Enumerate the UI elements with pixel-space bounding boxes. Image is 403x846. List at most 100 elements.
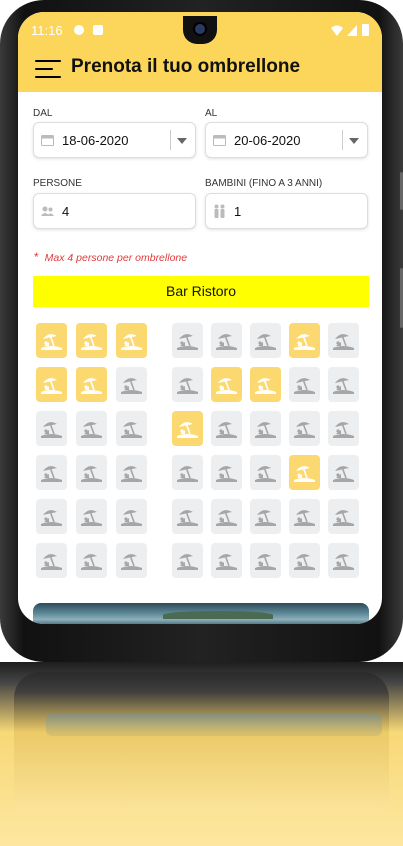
umbrella-spot[interactable] xyxy=(36,411,67,446)
umbrella-spot[interactable] xyxy=(76,411,107,446)
app-screen: 11:16 Prenota il tuo ombrellone DAL 18-0… xyxy=(18,12,382,624)
beach-umbrella-icon xyxy=(333,510,354,526)
menu-icon[interactable] xyxy=(35,59,61,79)
umbrella-spot[interactable] xyxy=(289,455,320,490)
umbrella-spot[interactable] xyxy=(328,455,359,490)
umbrella-spot[interactable] xyxy=(250,367,281,402)
umbrella-spot[interactable] xyxy=(172,543,203,578)
phone-reflection xyxy=(0,662,403,846)
calendar-icon xyxy=(213,135,226,146)
umbrella-spot[interactable] xyxy=(36,455,67,490)
status-time: 11:16 xyxy=(31,23,63,38)
beach-umbrella-icon xyxy=(216,554,237,570)
umbrella-spot[interactable] xyxy=(116,411,147,446)
from-date-field[interactable]: 18-06-2020 xyxy=(33,122,196,158)
beach-umbrella-icon xyxy=(294,466,315,482)
beach-umbrella-icon xyxy=(81,554,102,570)
umbrella-spot[interactable] xyxy=(211,323,242,358)
umbrella-spot[interactable] xyxy=(172,411,203,446)
umbrella-spot[interactable] xyxy=(211,543,242,578)
beach-umbrella-icon xyxy=(41,422,62,438)
beach-umbrella-icon xyxy=(255,510,276,526)
beach-umbrella-icon xyxy=(216,466,237,482)
umbrella-spot[interactable] xyxy=(250,499,281,534)
beach-umbrella-icon xyxy=(177,422,198,438)
umbrella-spot[interactable] xyxy=(116,543,147,578)
umbrella-spot[interactable] xyxy=(211,499,242,534)
umbrella-spot[interactable] xyxy=(36,367,67,402)
umbrella-spot[interactable] xyxy=(76,367,107,402)
umbrella-spot[interactable] xyxy=(328,543,359,578)
chevron-down-icon[interactable] xyxy=(177,138,187,144)
beach-umbrella-icon xyxy=(294,378,315,394)
children-field[interactable]: 1 xyxy=(205,193,368,229)
umbrella-spot[interactable] xyxy=(289,499,320,534)
persons-field[interactable]: 4 xyxy=(33,193,196,229)
beach-umbrella-icon xyxy=(216,422,237,438)
persons-value: 4 xyxy=(62,204,70,219)
umbrella-spot[interactable] xyxy=(172,323,203,358)
beach-umbrella-icon xyxy=(255,422,276,438)
umbrella-spot[interactable] xyxy=(289,543,320,578)
umbrella-spot[interactable] xyxy=(116,499,147,534)
wifi-icon xyxy=(331,25,343,36)
umbrella-spot[interactable] xyxy=(36,323,67,358)
beach-umbrella-icon xyxy=(333,334,354,350)
child-icon xyxy=(214,204,225,218)
umbrella-spot[interactable] xyxy=(328,499,359,534)
beach-umbrella-icon xyxy=(177,510,198,526)
umbrella-spot[interactable] xyxy=(76,543,107,578)
bar-ristoro-section: Bar Ristoro xyxy=(33,276,369,307)
umbrella-spot[interactable] xyxy=(250,411,281,446)
umbrella-spot[interactable] xyxy=(76,323,107,358)
umbrella-spot[interactable] xyxy=(172,455,203,490)
from-date-value: 18-06-2020 xyxy=(62,133,129,148)
beach-umbrella-icon xyxy=(216,510,237,526)
umbrella-spot[interactable] xyxy=(172,499,203,534)
umbrella-spot[interactable] xyxy=(116,367,147,402)
umbrella-spot[interactable] xyxy=(250,543,281,578)
umbrella-spot[interactable] xyxy=(211,455,242,490)
battery-icon xyxy=(362,24,369,36)
children-label: BAMBINI (FINO A 3 ANNI) xyxy=(205,178,323,189)
umbrella-spot[interactable] xyxy=(289,411,320,446)
umbrella-spot[interactable] xyxy=(36,499,67,534)
app-bar: Prenota il tuo ombrellone xyxy=(18,50,382,92)
beach-umbrella-icon xyxy=(121,554,142,570)
group-icon xyxy=(41,206,54,216)
umbrella-spot[interactable] xyxy=(289,323,320,358)
umbrella-spot[interactable] xyxy=(211,367,242,402)
beach-umbrella-icon xyxy=(294,510,315,526)
settings-icon xyxy=(74,25,84,35)
beach-umbrella-icon xyxy=(255,334,276,350)
children-value: 1 xyxy=(234,204,242,219)
beach-umbrella-icon xyxy=(294,422,315,438)
umbrella-spot[interactable] xyxy=(328,367,359,402)
chevron-down-icon[interactable] xyxy=(349,138,359,144)
umbrella-spot[interactable] xyxy=(76,455,107,490)
beach-umbrella-icon xyxy=(41,510,62,526)
page-title: Prenota il tuo ombrellone xyxy=(71,56,301,77)
umbrella-spot[interactable] xyxy=(116,323,147,358)
umbrella-spot[interactable] xyxy=(328,411,359,446)
umbrella-spot[interactable] xyxy=(328,323,359,358)
umbrella-grid xyxy=(18,312,382,602)
beach-banner-image xyxy=(33,603,369,624)
to-label: AL xyxy=(205,108,218,119)
to-date-field[interactable]: 20-06-2020 xyxy=(205,122,368,158)
beach-umbrella-icon xyxy=(121,378,142,394)
umbrella-spot[interactable] xyxy=(211,411,242,446)
beach-umbrella-icon xyxy=(81,466,102,482)
umbrella-spot[interactable] xyxy=(116,455,147,490)
beach-umbrella-icon xyxy=(81,510,102,526)
umbrella-spot[interactable] xyxy=(250,455,281,490)
beach-umbrella-icon xyxy=(333,554,354,570)
umbrella-spot[interactable] xyxy=(172,367,203,402)
beach-umbrella-icon xyxy=(41,466,62,482)
to-date-value: 20-06-2020 xyxy=(234,133,301,148)
umbrella-spot[interactable] xyxy=(289,367,320,402)
persons-label: PERSONE xyxy=(33,178,82,189)
umbrella-spot[interactable] xyxy=(76,499,107,534)
umbrella-spot[interactable] xyxy=(250,323,281,358)
umbrella-spot[interactable] xyxy=(36,543,67,578)
